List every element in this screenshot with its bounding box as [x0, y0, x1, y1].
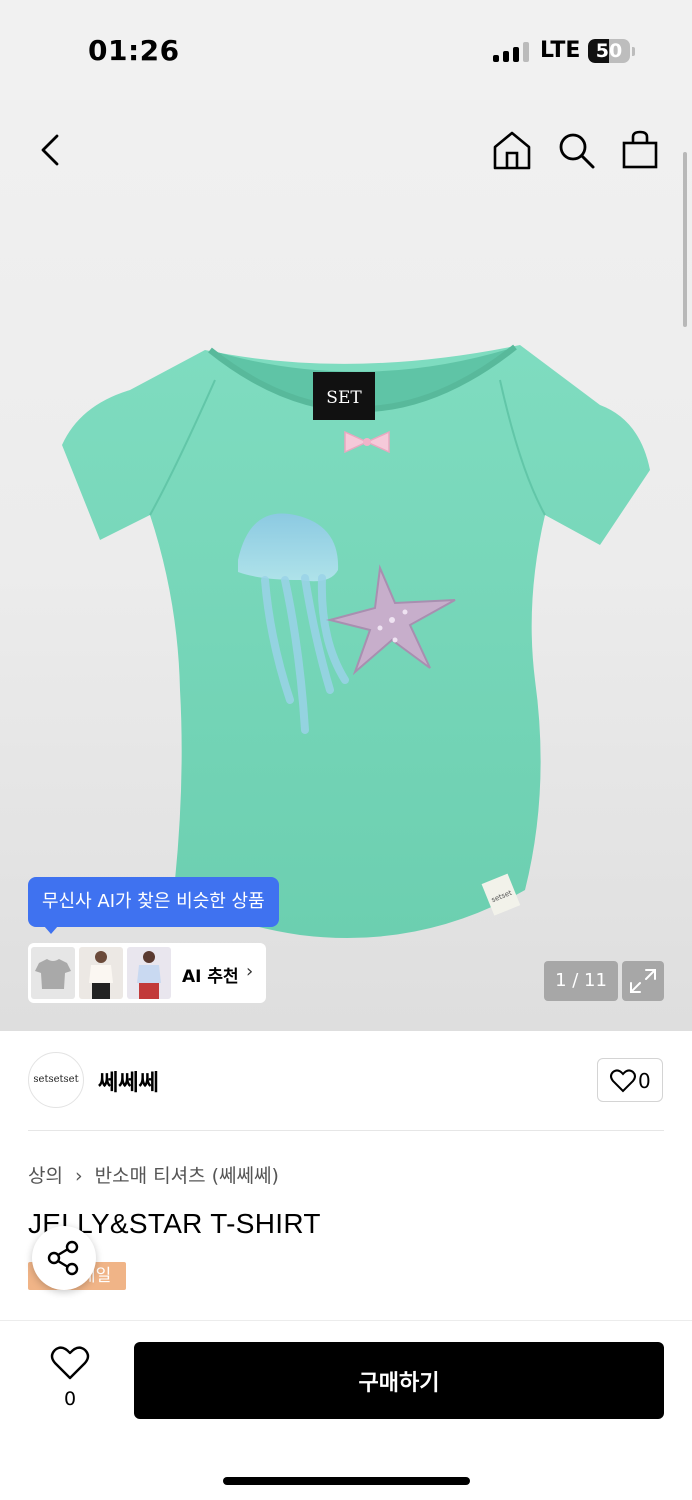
signal-icon: [493, 42, 529, 62]
back-button[interactable]: [28, 128, 72, 172]
battery-icon: 50: [588, 39, 630, 63]
buy-button[interactable]: 구매하기: [134, 1342, 664, 1419]
expand-image-button[interactable]: [622, 961, 664, 1001]
heart-icon: [610, 1069, 636, 1093]
brand-logo[interactable]: setsetset: [28, 1052, 84, 1108]
ai-thumb-3[interactable]: [127, 947, 171, 999]
share-button[interactable]: [32, 1226, 96, 1290]
breadcrumb-separator: ›: [75, 1165, 83, 1187]
breadcrumb-category[interactable]: 상의: [28, 1165, 63, 1187]
ai-recommend-card[interactable]: AI 추천 ›: [28, 943, 266, 1003]
breadcrumb-subcategory[interactable]: 반소매 티셔츠 (쎄쎄쎄): [95, 1165, 279, 1187]
home-button[interactable]: [490, 128, 534, 172]
divider: [28, 1130, 664, 1131]
scrollbar[interactable]: [683, 152, 687, 327]
ai-thumb-2[interactable]: [79, 947, 123, 999]
ai-similar-products-tooltip[interactable]: 무신사 AI가 찾은 비슷한 상품: [28, 877, 279, 934]
expand-icon: [630, 969, 656, 993]
status-time: 01:26: [88, 34, 180, 67]
home-icon: [493, 131, 531, 170]
neck-tag-text: SET: [326, 388, 362, 408]
status-bar: 01:26 LTE 50: [0, 0, 692, 100]
home-indicator[interactable]: [223, 1477, 470, 1485]
brand-like-button[interactable]: 0: [597, 1058, 663, 1102]
battery-level: 50: [595, 40, 623, 62]
ai-thumb-1[interactable]: [31, 947, 75, 999]
shopping-bag-icon: [622, 130, 658, 169]
brand-name[interactable]: 쎄쎄쎄: [98, 1065, 159, 1097]
chevron-right-icon: ›: [246, 961, 254, 982]
favorite-count: 0: [63, 1388, 77, 1410]
search-icon: [559, 133, 595, 169]
share-icon: [47, 1240, 79, 1276]
search-button[interactable]: [554, 128, 598, 172]
favorite-button[interactable]: 0: [42, 1342, 98, 1412]
brand-like-count: 0: [638, 1069, 651, 1093]
heart-icon: [50, 1346, 90, 1380]
image-page-counter: 1 / 11: [544, 961, 618, 1001]
chevron-left-icon: [41, 134, 59, 166]
cart-button[interactable]: [618, 128, 662, 172]
breadcrumb: 상의 › 반소매 티셔츠 (쎄쎄쎄): [28, 1161, 285, 1188]
ai-recommend-label: AI 추천: [182, 967, 239, 987]
network-type: LTE: [540, 38, 581, 63]
